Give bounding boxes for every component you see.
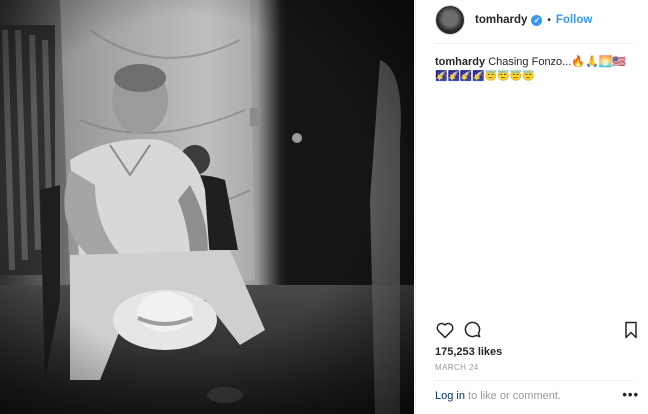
header-divider [434, 43, 634, 44]
comment-divider [434, 380, 634, 381]
avatar[interactable] [435, 5, 465, 35]
post-header: tomhardy ✓ • Follow [416, 0, 648, 40]
comment-prompt-text: to like or comment. [464, 390, 561, 402]
post-date[interactable]: MARCH 24 [435, 363, 479, 372]
comment-bar: Log in to like or comment. ••• [435, 388, 641, 406]
follow-button[interactable]: Follow [556, 14, 592, 26]
caption-text: Chasing Fonzo...🔥🙏🌅🇺🇸 [488, 56, 627, 68]
login-link[interactable]: Log in [435, 390, 465, 402]
heart-icon[interactable] [435, 320, 455, 340]
post-image [0, 0, 414, 414]
verified-badge-icon: ✓ [531, 14, 543, 26]
comment-icon[interactable] [463, 320, 483, 340]
post-actions [435, 320, 641, 342]
caption-emoji-line: 🌠🌠🌠🌠😇😇😇😇 [435, 71, 535, 82]
likes-count[interactable]: 175,253 likes [435, 346, 502, 358]
header-username[interactable]: tomhardy [475, 14, 527, 26]
post-photo[interactable] [0, 0, 414, 414]
caption-username[interactable]: tomhardy [435, 56, 485, 68]
bookmark-icon[interactable] [621, 320, 641, 340]
post-sidebar: tomhardy ✓ • Follow tomhardy Chasing Fon… [415, 0, 648, 414]
header-separator: • [547, 14, 551, 26]
more-options-icon[interactable]: ••• [622, 388, 639, 401]
post-caption: tomhardy Chasing Fonzo...🔥🙏🌅🇺🇸 🌠🌠🌠🌠😇😇😇😇 [435, 55, 640, 84]
